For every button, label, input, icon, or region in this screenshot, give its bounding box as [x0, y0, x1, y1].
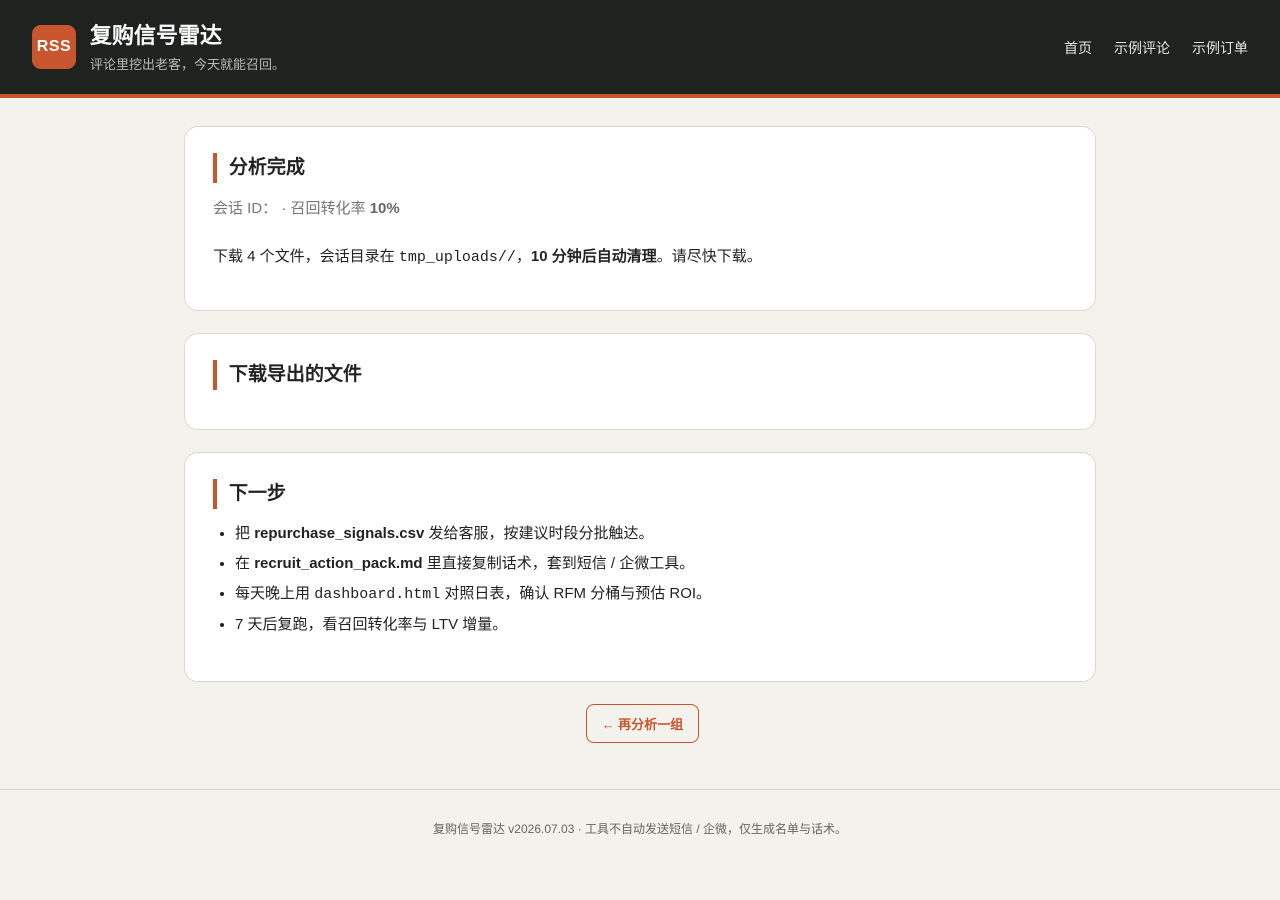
auto-cleanup-warning: 10 分钟后自动清理 [530, 248, 657, 265]
filename: repurchase_signals.csv [254, 525, 425, 542]
step-text: 把 [235, 525, 251, 542]
logo[interactable]: RSS [32, 25, 76, 69]
footer-text: 复购信号雷达 v2026.07.03 · 工具不自动发送短信 / 企微，仅生成名… [432, 822, 848, 836]
nav-link-home[interactable]: 首页 [1064, 38, 1092, 58]
step-text: 发给客服，按建议时段分批触达。 [428, 525, 654, 542]
meta-separator: · [281, 200, 287, 217]
step-text: 里直接复制话术，套到短信 / 企微工具。 [426, 555, 695, 572]
next-steps-list: 把 repurchase_signals.csv 发给客服，按建议时段分批触达。… [213, 523, 1067, 636]
conversion-rate-label: 召回转化率 [290, 200, 366, 217]
session-meta: 会话 ID： · 召回转化率 10% [213, 197, 1067, 218]
downloads-card: 下载导出的文件 [184, 333, 1096, 430]
step-text: 7 天后复跑，看召回转化率与 LTV 增量。 [235, 616, 508, 633]
step-text: 在 [235, 555, 251, 572]
notice-comma: ， [515, 248, 531, 265]
brand: 复购信号雷达 评论里挖出老客，今天就能召回。 [90, 22, 285, 73]
page-footer: 复购信号雷达 v2026.07.03 · 工具不自动发送短信 / 企微，仅生成名… [0, 789, 1280, 837]
notice-suffix: 。请尽快下载。 [656, 248, 762, 265]
top-nav: 首页 示例评论 示例订单 [1064, 38, 1248, 58]
list-item: 把 repurchase_signals.csv 发给客服，按建议时段分批触达。 [235, 523, 1067, 545]
session-id-label: 会话 ID： [213, 200, 278, 217]
filename: dashboard.html [314, 586, 441, 603]
download-notice: 下载 4 个文件，会话目录在 tmp_uploads//，10 分钟后自动清理。… [213, 246, 1067, 269]
conversion-rate-value: 10% [369, 200, 400, 217]
nav-link-sample-orders[interactable]: 示例订单 [1192, 38, 1248, 58]
step-text: 对照日表，确认 RFM 分桶与预估 ROI。 [444, 585, 712, 602]
top-header: RSS 复购信号雷达 评论里挖出老客，今天就能召回。 首页 示例评论 示例订单 [0, 0, 1280, 98]
app-title: 复购信号雷达 [90, 22, 223, 48]
list-item: 在 recruit_action_pack.md 里直接复制话术，套到短信 / … [235, 553, 1067, 575]
analysis-title: 分析完成 [213, 153, 1067, 183]
step-text: 每天晚上用 [235, 585, 311, 602]
app-subtitle: 评论里挖出老客，今天就能召回。 [90, 56, 286, 72]
filename: recruit_action_pack.md [254, 555, 423, 572]
next-steps-title: 下一步 [213, 479, 1067, 509]
next-steps-card: 下一步 把 repurchase_signals.csv 发给客服，按建议时段分… [184, 452, 1096, 682]
notice-prefix: 下载 4 个文件，会话目录在 [213, 248, 395, 265]
reanalyze-button[interactable]: ← 再分析一组 [585, 704, 700, 743]
analysis-complete-card: 分析完成 会话 ID： · 召回转化率 10% 下载 4 个文件，会话目录在 t… [184, 126, 1096, 311]
list-item: 每天晚上用 dashboard.html 对照日表，确认 RFM 分桶与预估 R… [235, 583, 1067, 606]
main-content: 分析完成 会话 ID： · 召回转化率 10% 下载 4 个文件，会话目录在 t… [184, 126, 1096, 743]
action-bar: ← 再分析一组 [184, 704, 1096, 743]
nav-link-sample-reviews[interactable]: 示例评论 [1114, 38, 1170, 58]
list-item: 7 天后复跑，看召回转化率与 LTV 增量。 [235, 614, 1067, 636]
session-directory: tmp_uploads// [398, 249, 516, 266]
downloads-title: 下载导出的文件 [213, 360, 1067, 390]
